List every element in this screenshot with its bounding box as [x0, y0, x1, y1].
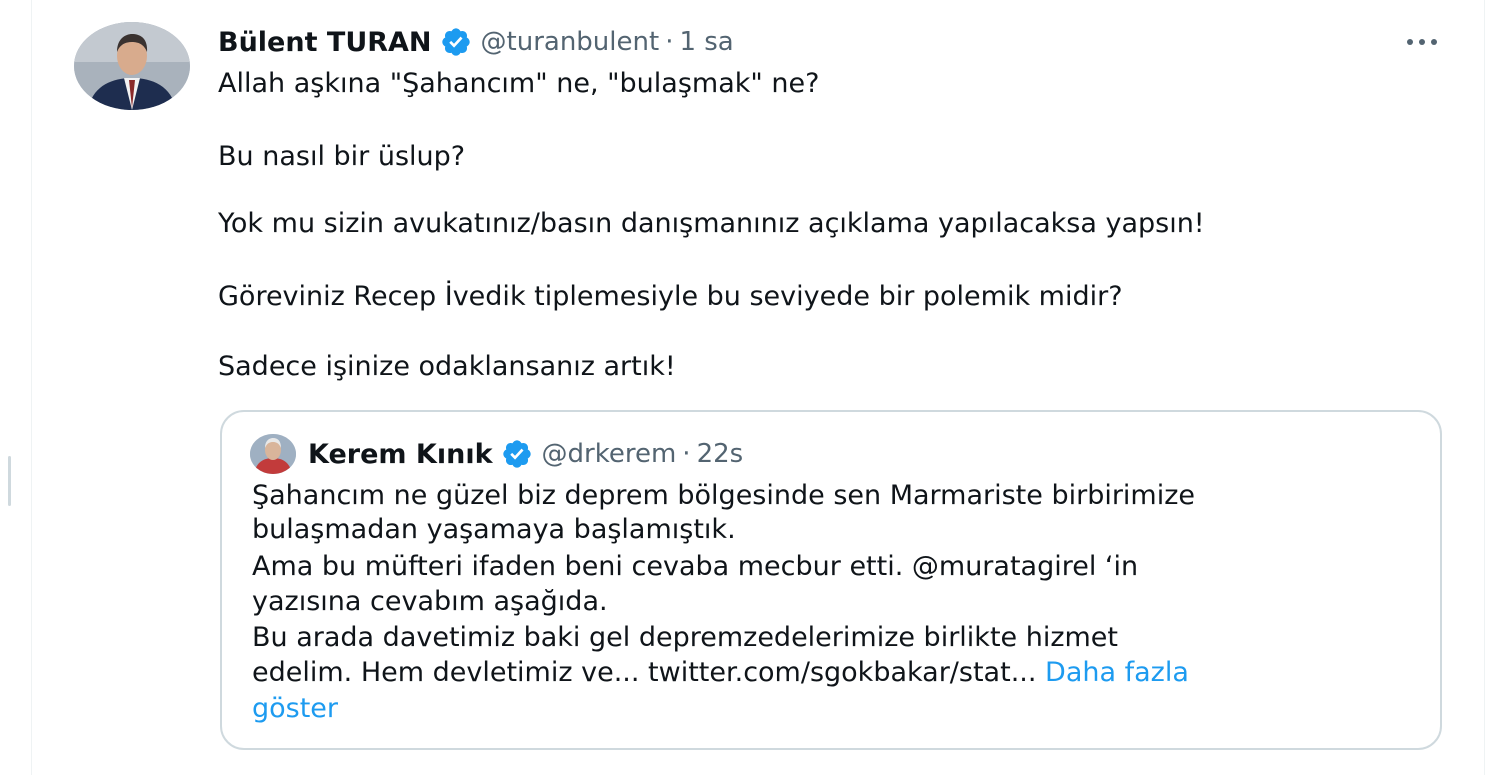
quoted-text-line: Ama bu müfteri ifaden beni cevaba mecbur…: [252, 551, 1139, 582]
verified-badge-icon[interactable]: [501, 438, 533, 470]
quoted-tweet-header: Kerem Kınık @drkerem · 22s: [250, 434, 743, 474]
more-options-icon[interactable]: [1400, 30, 1444, 54]
tweet-text-line: Allah aşkına "Şahancım" ne, "bulaşmak" n…: [218, 68, 820, 99]
tweet-text-line: Göreviniz Recep İvedik tiplemesiyle bu s…: [218, 281, 1123, 312]
quoted-text-line-content: edelim. Hem devletimiz ve... twitter.com…: [252, 657, 1037, 688]
header-separator: ·: [665, 27, 674, 57]
tweet-card[interactable]: Bülent TURAN @turanbulent · 1 sa Allah a…: [32, 0, 1484, 775]
tweet-page: Bülent TURAN @turanbulent · 1 sa Allah a…: [0, 0, 1500, 775]
quoted-author-handle[interactable]: @drkerem: [542, 439, 677, 469]
author-avatar[interactable]: [74, 22, 190, 110]
quoted-author-display-name[interactable]: Kerem Kınık: [308, 439, 493, 470]
quoted-author-avatar[interactable]: [250, 434, 296, 474]
author-display-name[interactable]: Bülent TURAN: [218, 27, 432, 58]
left-panel-edge: [0, 0, 32, 775]
verified-badge-icon[interactable]: [440, 26, 472, 58]
right-divider: [1484, 0, 1485, 775]
quoted-tweet[interactable]: Kerem Kınık @drkerem · 22s Şahancım ne g…: [220, 410, 1442, 750]
show-more-link[interactable]: Daha fazla: [1045, 657, 1189, 688]
quoted-header-separator: ·: [682, 439, 691, 469]
tweet-text-line: Sadece işinize odaklansanız artık!: [218, 351, 676, 382]
tweet-text-line: Yok mu sizin avukatınız/basın danışmanın…: [218, 208, 1205, 239]
show-more-link-continued[interactable]: göster: [252, 693, 338, 724]
author-handle[interactable]: @turanbulent: [481, 27, 660, 57]
scroll-indicator[interactable]: [8, 456, 11, 506]
tweet-text-line: Bu nasıl bir üslup?: [218, 141, 466, 172]
quoted-text-line: yazısına cevabım aşağıda.: [252, 586, 608, 617]
quoted-text-line: bulaşmadan yaşamaya başlamıştık.: [252, 514, 736, 545]
quoted-text-line: Bu arada davetimiz baki gel depremzedele…: [252, 622, 1119, 653]
quoted-text-line: edelim. Hem devletimiz ve... twitter.com…: [252, 657, 1189, 688]
quoted-text-line: Şahancım ne güzel biz deprem bölgesinde …: [252, 480, 1196, 511]
quoted-tweet-timestamp[interactable]: 22s: [697, 439, 744, 469]
tweet-header: Bülent TURAN @turanbulent · 1 sa: [218, 22, 734, 62]
tweet-timestamp[interactable]: 1 sa: [679, 27, 733, 57]
